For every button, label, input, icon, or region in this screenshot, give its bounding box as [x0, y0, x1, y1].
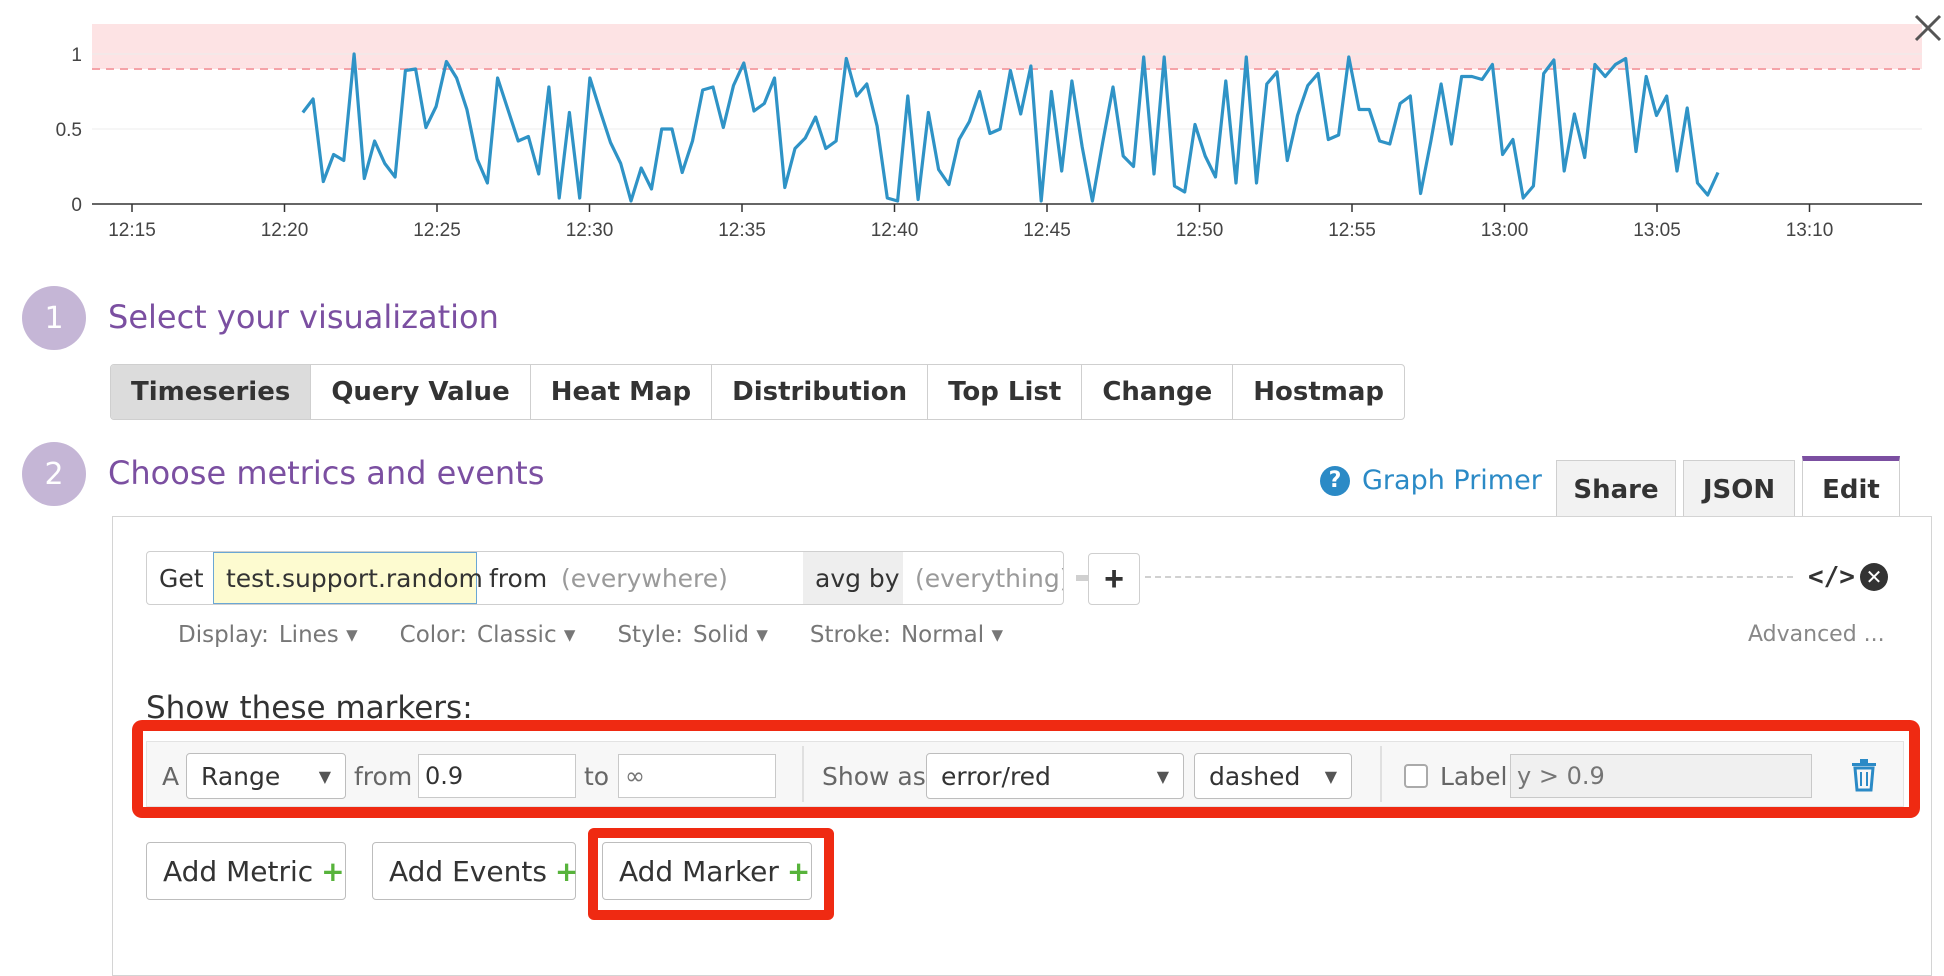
add-function-button[interactable]: +	[1088, 553, 1140, 605]
color-select[interactable]: Classic ▾	[477, 622, 575, 648]
x-tick-label: 12:15	[108, 220, 156, 241]
marker-range-band	[92, 24, 1922, 69]
graph-primer-label: Graph Primer	[1362, 465, 1542, 496]
x-tick-label: 12:55	[1328, 220, 1376, 241]
style-label: Style:	[617, 622, 683, 648]
from-scope-field[interactable]: (everywhere)	[549, 552, 803, 604]
marker-divider	[802, 746, 804, 802]
tab-top-list[interactable]: Top List	[928, 365, 1083, 419]
x-tick-label: 12:45	[1023, 220, 1071, 241]
tab-hostmap[interactable]: Hostmap	[1233, 365, 1404, 419]
chevron-down-icon: ▼	[1324, 766, 1337, 786]
chart-svg: 1 0.5 0 12:15 12:20 12:25 12:30 12:35 12:40 12:45…	[56, 24, 1922, 241]
x-tick-label: 12:30	[566, 220, 614, 241]
tab-share[interactable]: Share	[1556, 460, 1676, 518]
line-style-select[interactable]: dashed ▼	[1194, 753, 1352, 799]
add-events-label: Add Events	[389, 854, 547, 888]
marker-from-input[interactable]	[418, 754, 576, 798]
get-label: Get	[159, 563, 204, 593]
step-1-title: Select your visualization	[108, 298, 499, 336]
x-tick-label: 12:20	[261, 220, 309, 241]
show-as-label: Show as	[822, 762, 926, 791]
step-2-badge: 2	[22, 442, 86, 506]
x-tick-label: 13:05	[1633, 220, 1681, 241]
x-tick-label: 13:00	[1481, 220, 1529, 241]
tab-timeseries[interactable]: Timeseries	[111, 365, 312, 419]
timeseries-chart: 1 0.5 0 12:15 12:20 12:25 12:30 12:35 12:40 12:45…	[0, 0, 1944, 250]
marker-type-value: Range	[201, 761, 281, 791]
style-select[interactable]: Solid ▾	[693, 622, 768, 648]
plus-icon: +	[554, 854, 579, 888]
stroke-label: Stroke:	[809, 622, 891, 648]
label-text: Label	[1440, 762, 1508, 791]
step-1-badge: 1	[22, 286, 86, 350]
marker-type-select[interactable]: Range ▼	[186, 753, 346, 799]
x-tick-label: 12:35	[718, 220, 766, 241]
y-tick-label: 0	[71, 195, 82, 216]
tab-heat-map[interactable]: Heat Map	[531, 365, 713, 419]
y-tick-label: 0.5	[56, 120, 82, 141]
marker-from-label: from	[354, 762, 413, 791]
series-line	[301, 52, 1720, 203]
tab-change[interactable]: Change	[1082, 365, 1234, 419]
add-metric-button[interactable]: Add Metric +	[146, 842, 346, 900]
graph-primer-link[interactable]: ? Graph Primer	[1320, 465, 1542, 496]
color-label: Color:	[399, 622, 468, 648]
stroke-select[interactable]: Normal ▾	[901, 622, 1003, 648]
label-input[interactable]	[1510, 754, 1812, 798]
display-label: Display:	[178, 622, 269, 648]
show-as-value: error/red	[941, 761, 1051, 791]
visualization-tabs: Timeseries Query Value Heat Map Distribu…	[110, 364, 1405, 420]
remove-query-icon[interactable]: ✕	[1860, 563, 1888, 591]
query-row: Get test.support.random from (everywhere…	[146, 551, 1064, 605]
marker-divider	[1380, 746, 1382, 802]
dashed-divider	[1145, 576, 1793, 578]
plus-icon: +	[321, 854, 345, 888]
tab-distribution[interactable]: Distribution	[712, 365, 929, 419]
add-metric-label: Add Metric	[163, 854, 314, 888]
metric-field[interactable]: test.support.random	[213, 552, 483, 604]
trash-icon[interactable]	[1850, 758, 1878, 792]
tab-edit[interactable]: Edit	[1802, 456, 1900, 518]
code-icon[interactable]: </>	[1808, 562, 1855, 592]
x-tick-label: 12:50	[1176, 220, 1224, 241]
tab-query-value[interactable]: Query Value	[311, 365, 531, 419]
chevron-down-icon: ▼	[1156, 766, 1169, 786]
line-style-value: dashed	[1209, 761, 1301, 791]
display-options: Display: Lines ▾ Color: Classic ▾ Style: So…	[178, 622, 1003, 648]
marker-letter: A	[162, 762, 180, 791]
help-icon: ?	[1320, 465, 1350, 496]
show-as-select[interactable]: error/red ▼	[926, 753, 1184, 799]
marker-to-label: to	[584, 762, 610, 791]
x-tick-label: 12:40	[871, 220, 919, 241]
display-select[interactable]: Lines ▾	[279, 622, 358, 648]
step-2-title: Choose metrics and events	[108, 454, 545, 492]
group-by-field[interactable]: (everything)	[903, 552, 1063, 604]
marker-to-input[interactable]	[618, 754, 776, 798]
advanced-link[interactable]: Advanced ...	[1748, 622, 1885, 647]
label-checkbox[interactable]	[1404, 764, 1428, 788]
add-marker-highlight-box	[588, 828, 834, 920]
x-tick-label: 12:25	[413, 220, 461, 241]
x-tick-label: 13:10	[1786, 220, 1834, 241]
tab-json[interactable]: JSON	[1683, 460, 1795, 518]
close-icon[interactable]	[1908, 8, 1944, 48]
from-label: from	[489, 563, 548, 593]
y-tick-label: 1	[71, 45, 82, 66]
aggregation-select[interactable]: avg by	[803, 552, 903, 604]
add-events-button[interactable]: Add Events +	[372, 842, 579, 900]
chevron-down-icon: ▼	[318, 766, 331, 786]
